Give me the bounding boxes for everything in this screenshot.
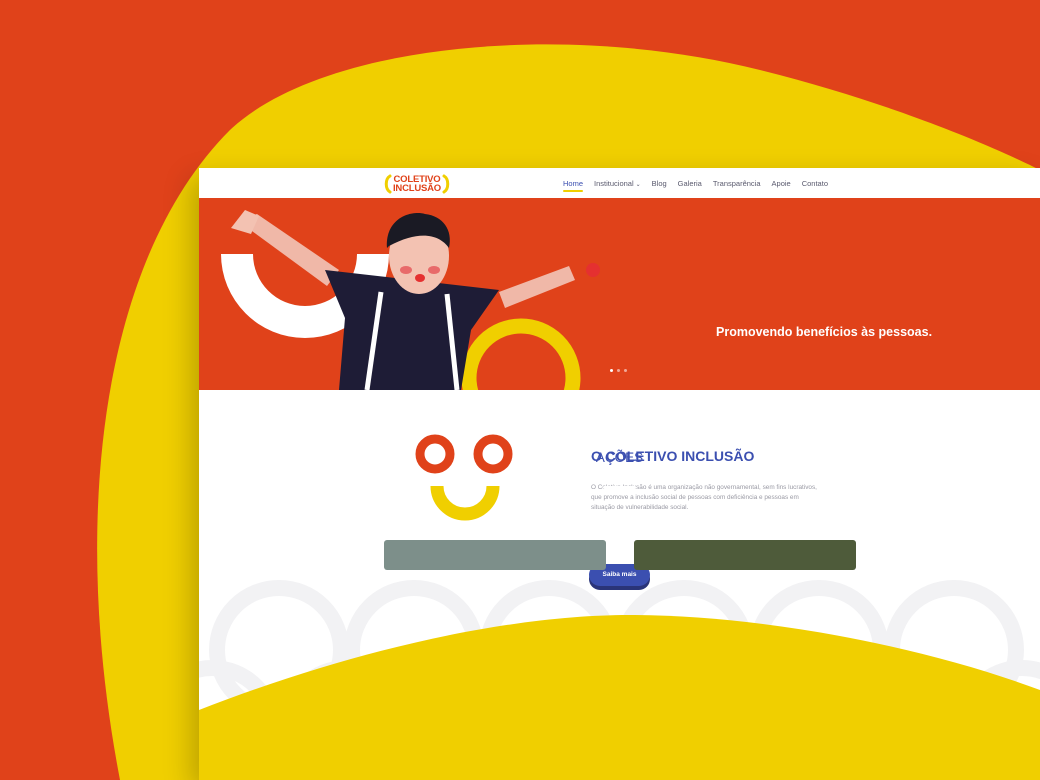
slider-dots xyxy=(610,369,631,372)
acoes-title: AÇÕES xyxy=(595,450,644,465)
hero-headline: Promovendo benefícios às pessoas. xyxy=(716,325,933,339)
nav-home[interactable]: Home xyxy=(563,179,584,192)
chevron-down-icon: ⌄ xyxy=(635,181,641,188)
nav-apoie[interactable]: Apoie xyxy=(772,179,791,188)
site-logo[interactable]: COLETIVO INCLUSÃO xyxy=(384,173,450,195)
smiley-logo-icon xyxy=(415,434,513,521)
acao-card-2[interactable] xyxy=(634,540,856,570)
hero-illustration xyxy=(221,210,600,390)
nav-contato[interactable]: Contato xyxy=(802,179,828,188)
site-header: COLETIVO INCLUSÃO Home Institucional ⌄ Bl… xyxy=(199,168,1040,198)
nav-transparencia[interactable]: Transparência xyxy=(713,179,761,188)
website-mockup: COLETIVO INCLUSÃO Home Institucional ⌄ Bl… xyxy=(199,168,1040,780)
nav-institucional[interactable]: Institucional ⌄ xyxy=(594,179,641,188)
about-section: O COLETIVO INCLUSÃO O Coletivo Inclusão … xyxy=(199,390,1040,780)
nav-blog[interactable]: Blog xyxy=(652,179,667,188)
main-nav: Home Institucional ⌄ Blog Galeria Transpa… xyxy=(563,168,839,198)
nav-institucional-label: Institucional xyxy=(594,178,634,188)
slider-dot-2[interactable] xyxy=(617,369,620,372)
logo-text-line2: INCLUSÃO xyxy=(392,183,441,194)
person-photo xyxy=(231,210,600,390)
slider-dot-1[interactable] xyxy=(610,369,613,372)
acoes-divider xyxy=(603,486,636,489)
hero-slider: Promovendo benefícios às pessoas. xyxy=(199,198,1040,390)
acao-card-1[interactable] xyxy=(384,540,606,570)
nav-galeria[interactable]: Galeria xyxy=(678,179,702,188)
slider-dot-3[interactable] xyxy=(624,369,627,372)
